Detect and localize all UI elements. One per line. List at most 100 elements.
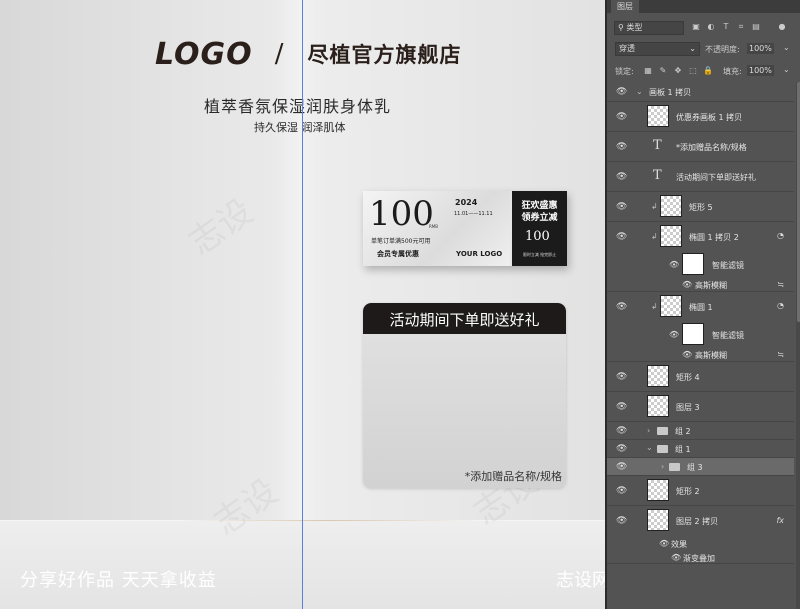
center-guide-line[interactable]	[302, 0, 303, 609]
chevron-right-icon[interactable]: ›	[661, 462, 664, 471]
layer-thumbnail	[660, 295, 682, 317]
layer-row-selected[interactable]: 👁 › 组 3	[607, 458, 794, 476]
layer-row[interactable]: 👁 效果	[607, 536, 794, 550]
layer-row[interactable]: 👁 矩形 2	[607, 476, 794, 506]
adjustment-filter-icon[interactable]: ◐	[706, 22, 716, 32]
layer-row[interactable]: 👁 ⌄ 组 1	[607, 440, 794, 458]
layers-panel: 图层 ⚲ 类型 ▣ ◐ T ⌗ ▤ ● 穿透 ⌄ 不透明度: 100% ⌄ 锁定…	[605, 0, 800, 609]
layer-row[interactable]: 👁 高斯模糊 ≒	[607, 346, 794, 362]
chevron-right-icon[interactable]: ›	[647, 426, 650, 435]
layer-list: 👁 ⌄ 画板 1 拷贝 👁 优惠券画板 1 拷贝 👁 T *添加赠品名称/规格 …	[607, 82, 794, 609]
eye-icon[interactable]: 👁	[616, 486, 627, 496]
lock-transparent-icon[interactable]: ▦	[643, 66, 653, 76]
layer-thumbnail	[647, 105, 669, 127]
gift-box: 活动期间下单即送好礼 *添加赠品名称/规格	[363, 303, 566, 488]
layers-scrollbar[interactable]	[796, 82, 800, 609]
text-layer-icon: T	[653, 168, 662, 183]
layer-row[interactable]: 👁 智能滤镜	[607, 252, 794, 276]
shape-filter-icon[interactable]: ⌗	[736, 22, 746, 32]
blend-mode-select[interactable]: 穿透 ⌄	[615, 42, 700, 56]
layer-row[interactable]: 👁 图层 3	[607, 392, 794, 422]
coupon-right-amount: 100	[525, 229, 550, 244]
layer-thumbnail	[647, 479, 669, 501]
chevron-down-icon[interactable]: ⌄	[636, 87, 643, 96]
layer-row[interactable]: 👁 渐变叠加	[607, 550, 794, 564]
layer-name: 矩形 4	[676, 373, 700, 382]
tab-layers[interactable]: 图层	[611, 0, 639, 13]
blend-mode-value: 穿透	[619, 44, 635, 53]
layer-row[interactable]: 👁 优惠券画板 1 拷贝	[607, 102, 794, 132]
eye-icon[interactable]: 👁	[682, 280, 692, 289]
pixel-filter-icon[interactable]: ▣	[691, 22, 701, 32]
eye-icon[interactable]: 👁	[659, 539, 669, 548]
smart-filter-icon[interactable]: ◔	[777, 301, 784, 310]
layer-row[interactable]: 👁 ↲ 矩形 5	[607, 192, 794, 222]
layer-filter-value: 类型	[626, 23, 643, 32]
eye-icon[interactable]: 👁	[616, 202, 627, 212]
eye-icon[interactable]: 👁	[682, 350, 692, 359]
lock-position-icon[interactable]: ✥	[673, 66, 683, 76]
fx-icon[interactable]: fx	[776, 516, 784, 525]
chevron-down-icon[interactable]: ⌄	[783, 43, 790, 52]
store-name: 尽植官方旗舰店	[307, 42, 462, 67]
light-shine	[270, 0, 330, 609]
eye-icon[interactable]: 👁	[669, 330, 679, 339]
layer-name: 矩形 5	[689, 203, 713, 212]
eye-icon[interactable]: 👁	[616, 232, 627, 242]
chevron-down-icon[interactable]: ⌄	[646, 443, 653, 452]
eye-icon[interactable]: 👁	[671, 553, 681, 562]
chevron-down-icon[interactable]: ⌄	[783, 65, 790, 74]
eye-icon[interactable]: 👁	[669, 260, 679, 269]
eye-icon[interactable]: 👁	[616, 142, 627, 152]
eye-icon[interactable]: 👁	[616, 172, 627, 182]
layer-row[interactable]: 👁 矩形 4	[607, 362, 794, 392]
layer-row[interactable]: 👁 T 活动期间下单即送好礼	[607, 162, 794, 192]
filter-options-icon[interactable]: ≒	[777, 280, 784, 289]
layer-filter-select[interactable]: ⚲ 类型	[614, 21, 684, 35]
banner-left-text: 分享好作品 天天拿收益	[20, 570, 217, 591]
eye-icon[interactable]: 👁	[616, 302, 627, 312]
layer-name: 椭圆 1 拷贝 2	[689, 233, 739, 242]
layer-row[interactable]: 👁 智能滤镜	[607, 322, 794, 346]
coupon-brand: YOUR LOGO	[456, 250, 503, 258]
layer-name: *添加赠品名称/规格	[676, 143, 747, 152]
eye-icon[interactable]: 👁	[616, 402, 627, 412]
eye-icon[interactable]: 👁	[616, 112, 627, 122]
lock-pixels-icon[interactable]: ✎	[658, 66, 668, 76]
eye-icon[interactable]: 👁	[616, 462, 627, 472]
layer-row[interactable]: 👁 ↲ 椭圆 1 拷贝 2 ◔	[607, 222, 794, 252]
layer-row[interactable]: 👁 T *添加赠品名称/规格	[607, 132, 794, 162]
layer-row[interactable]: 👁 › 组 2	[607, 422, 794, 440]
eye-icon[interactable]: 👁	[616, 444, 627, 454]
eye-icon[interactable]: 👁	[616, 372, 627, 382]
logo-separator: /	[274, 39, 284, 69]
fill-input[interactable]: 100%	[747, 65, 774, 76]
clip-icon: ↲	[651, 232, 658, 241]
filter-toggle-icon[interactable]: ●	[777, 22, 787, 32]
filter-options-icon[interactable]: ≒	[777, 350, 784, 359]
opacity-input[interactable]: 100%	[747, 43, 774, 54]
layer-row[interactable]: 👁 ⌄ 画板 1 拷贝	[607, 82, 794, 102]
artboard-canvas[interactable]: 志设 志设 志设 LOGO / 尽植官方旗舰店 植萃香氛保湿润肤身体乳 持久保湿…	[0, 0, 605, 609]
layer-row[interactable]: 👁 ↲ 椭圆 1 ◔	[607, 292, 794, 322]
layer-row[interactable]: 👁 高斯模糊 ≒	[607, 276, 794, 292]
layer-name: 活动期间下单即送好礼	[676, 173, 756, 182]
coupon-amount: 100	[369, 194, 434, 234]
layer-name: 智能滤镜	[712, 331, 744, 340]
type-filter-icon[interactable]: T	[721, 22, 731, 32]
lock-all-icon[interactable]: 🔒	[703, 66, 713, 76]
layer-name: 组 2	[675, 427, 691, 436]
smart-filter-icon[interactable]: ◔	[777, 231, 784, 240]
coupon-condition: 单笔订单满500元可用	[371, 238, 431, 245]
smart-object-filter-icon[interactable]: ▤	[751, 22, 761, 32]
lock-artboard-icon[interactable]: ⬚	[688, 66, 698, 76]
coupon-left: 100 RMB 2024 11.01——11.11 单笔订单满500元可用 会员…	[363, 191, 510, 266]
eye-icon[interactable]: 👁	[616, 516, 627, 526]
eye-icon[interactable]: 👁	[616, 426, 627, 436]
layer-row[interactable]: 👁 图层 2 拷贝 fx	[607, 506, 794, 536]
product-subtitle: 持久保湿 润泽肌体	[254, 121, 346, 134]
opacity-label: 不透明度:	[705, 45, 740, 54]
folder-icon	[657, 427, 668, 435]
coupon-headline-2: 领券立减	[521, 213, 558, 223]
eye-icon[interactable]: 👁	[616, 87, 627, 97]
